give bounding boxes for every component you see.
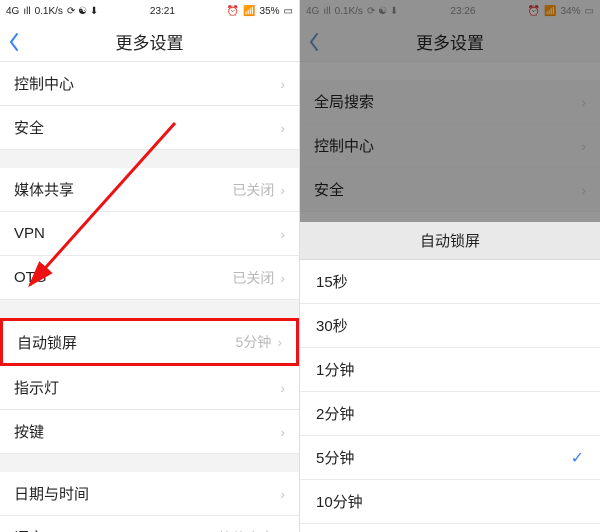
dimmed-background: 4G ıll 0.1K/s ⟳ ☯ ⬇ 23:26 ⏰ 📶 34% ▭ 更多设置: [300, 0, 600, 222]
row-datetime[interactable]: 日期与时间 ›: [0, 472, 299, 516]
signal-icon: ıll: [323, 6, 330, 17]
row-indicator[interactable]: 指示灯 ›: [0, 366, 299, 410]
alarm-icon: ⏰: [227, 6, 239, 17]
signal-icon: ıll: [23, 6, 30, 17]
option-label: 15秒: [316, 271, 348, 292]
header: 更多设置: [0, 22, 299, 62]
row-value: 已关闭: [232, 268, 274, 288]
battery-pct: 34%: [561, 6, 581, 17]
row-label: 控制中心: [14, 73, 74, 94]
check-icon: ✓: [571, 448, 584, 468]
row-label: VPN: [14, 225, 45, 242]
net-label: 4G: [6, 6, 19, 17]
clock: 23:21: [150, 6, 175, 17]
chevron-right-icon: ›: [280, 486, 285, 502]
chevron-right-icon: ›: [280, 120, 285, 136]
row-control-center: 控制中心 ›: [300, 124, 600, 168]
row-vpn[interactable]: VPN ›: [0, 212, 299, 256]
option-label: 30秒: [316, 315, 348, 336]
row-security: 安全 ›: [300, 168, 600, 212]
row-label: OTG: [14, 269, 47, 286]
wifi-icon: 📶: [544, 6, 556, 17]
option-label: 10分钟: [316, 491, 363, 512]
phone-left: 4G ıll 0.1K/s ⟳ ☯ ⬇ 23:21 ⏰ 📶 35% ▭ 更多设置…: [0, 0, 300, 532]
option-label: 2分钟: [316, 403, 354, 424]
row-language[interactable]: 语言 简体中文›: [0, 516, 299, 532]
row-label: 控制中心: [314, 135, 374, 156]
row-autolock[interactable]: 自动锁屏 5分钟 ›: [0, 318, 299, 366]
row-label: 媒体共享: [14, 179, 74, 200]
chevron-right-icon: ›: [581, 94, 586, 110]
autolock-option[interactable]: 30秒: [300, 304, 600, 348]
autolock-option[interactable]: 5分钟 ✓: [300, 436, 600, 480]
row-otg[interactable]: OTG 已关闭 ›: [0, 256, 299, 300]
net-label: 4G: [306, 6, 319, 17]
row-keys[interactable]: 按键 ›: [0, 410, 299, 454]
autolock-option[interactable]: 2分钟: [300, 392, 600, 436]
chevron-right-icon: ›: [280, 226, 285, 242]
row-security[interactable]: 安全 ›: [0, 106, 299, 150]
option-label: 5分钟: [316, 447, 354, 468]
sheet-title: 自动锁屏: [300, 222, 600, 260]
battery-icon: ▭: [284, 6, 293, 17]
row-media-share[interactable]: 媒体共享 已关闭 ›: [0, 168, 299, 212]
row-label: 日期与时间: [14, 483, 89, 504]
section-gap: [0, 454, 299, 472]
alarm-icon: ⏰: [528, 6, 540, 17]
chevron-right-icon: ›: [280, 424, 285, 440]
back-button[interactable]: [8, 22, 20, 62]
autolock-sheet: 自动锁屏 15秒 30秒 1分钟 2分钟 5分钟 ✓ 10分钟 30分钟: [300, 222, 600, 532]
status-bar: 4G ıll 0.1K/s ⟳ ☯ ⬇ 23:21 ⏰ 📶 35% ▭: [0, 0, 299, 22]
speed-label: 0.1K/s: [35, 6, 63, 17]
row-label: 自动锁屏: [17, 332, 77, 353]
status-icons: ⟳ ☯ ⬇: [67, 6, 98, 17]
battery-icon: ▭: [585, 6, 594, 17]
row-value: 已关闭: [232, 180, 274, 200]
chevron-right-icon: ›: [277, 334, 282, 350]
back-button[interactable]: [308, 22, 320, 62]
row-label: 安全: [314, 179, 344, 200]
row-label: 语言: [14, 527, 44, 532]
chevron-left-icon: [8, 32, 20, 52]
autolock-option[interactable]: 30分钟: [300, 524, 600, 532]
header: 更多设置: [300, 22, 600, 62]
page-title: 更多设置: [116, 29, 184, 54]
chevron-right-icon: ›: [280, 270, 285, 286]
wifi-icon: 📶: [243, 6, 255, 17]
section-gap: [0, 150, 299, 168]
autolock-option[interactable]: 10分钟: [300, 480, 600, 524]
autolock-option[interactable]: 1分钟: [300, 348, 600, 392]
chevron-right-icon: ›: [581, 138, 586, 154]
section-gap: [300, 62, 600, 80]
phone-right: 4G ıll 0.1K/s ⟳ ☯ ⬇ 23:26 ⏰ 📶 34% ▭ 更多设置: [300, 0, 600, 532]
chevron-right-icon: ›: [280, 76, 285, 92]
chevron-right-icon: ›: [280, 380, 285, 396]
option-label: 1分钟: [316, 359, 354, 380]
speed-label: 0.1K/s: [335, 6, 363, 17]
page-title: 更多设置: [416, 29, 484, 54]
chevron-right-icon: ›: [280, 182, 285, 198]
row-label: 安全: [14, 117, 44, 138]
row-label: 指示灯: [14, 377, 59, 398]
row-control-center[interactable]: 控制中心 ›: [0, 62, 299, 106]
row-value: 5分钟: [236, 332, 272, 352]
chevron-right-icon: ›: [581, 182, 586, 198]
row-label: 全局搜索: [314, 91, 374, 112]
row-value: 简体中文: [218, 528, 274, 532]
status-icons: ⟳ ☯ ⬇: [367, 6, 398, 17]
row-label: 按键: [14, 421, 44, 442]
status-bar: 4G ıll 0.1K/s ⟳ ☯ ⬇ 23:26 ⏰ 📶 34% ▭: [300, 0, 600, 22]
battery-pct: 35%: [260, 6, 280, 17]
row-global-search: 全局搜索 ›: [300, 80, 600, 124]
section-gap: [0, 300, 299, 318]
chevron-left-icon: [308, 32, 320, 52]
clock: 23:26: [450, 6, 475, 17]
autolock-option[interactable]: 15秒: [300, 260, 600, 304]
